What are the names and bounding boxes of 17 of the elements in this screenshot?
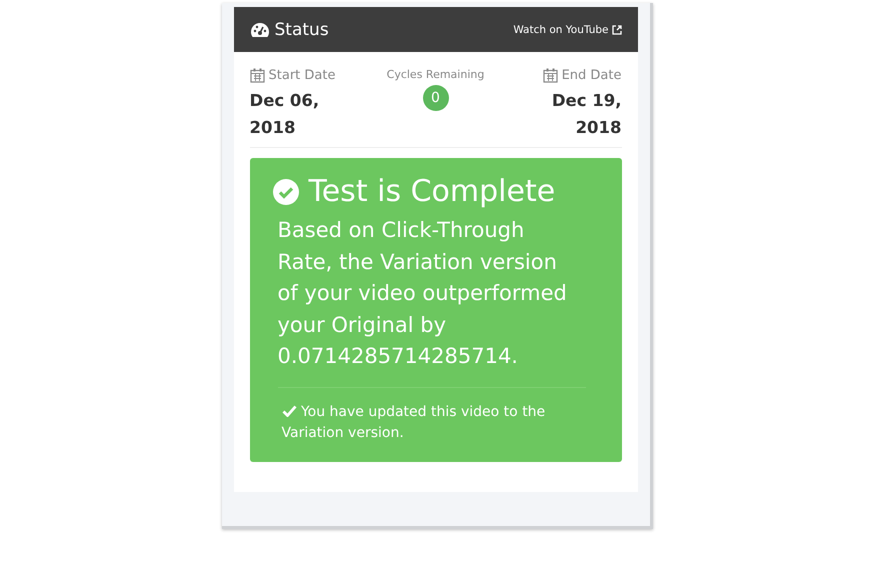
start-date-value: Dec 06, 2018	[250, 90, 320, 139]
cycles-count: 0	[422, 85, 448, 111]
result-message: Based on Click-Through Rate, the Variation version of your video outperformed your Original by 0.0714285714285714.	[278, 217, 568, 370]
youtube-link[interactable]: Watch on YouTube	[513, 24, 622, 36]
end-date-label: End Date	[562, 68, 622, 83]
calendar-icon	[250, 68, 264, 83]
check-icon	[282, 404, 296, 416]
start-date-label: Start Date	[268, 68, 336, 83]
result-title: Test is Complete	[308, 174, 556, 209]
calendar-icon	[542, 68, 558, 83]
check-circle-icon	[272, 178, 300, 206]
gauge-icon	[250, 22, 270, 38]
panel-title: Status	[274, 20, 329, 40]
update-note: You have updated this video to the Variation version.	[282, 402, 546, 442]
end-date-value: Dec 19, 2018	[550, 90, 622, 139]
external-link-icon	[612, 24, 622, 34]
cycles-label: Cycles Remaining	[386, 68, 484, 81]
